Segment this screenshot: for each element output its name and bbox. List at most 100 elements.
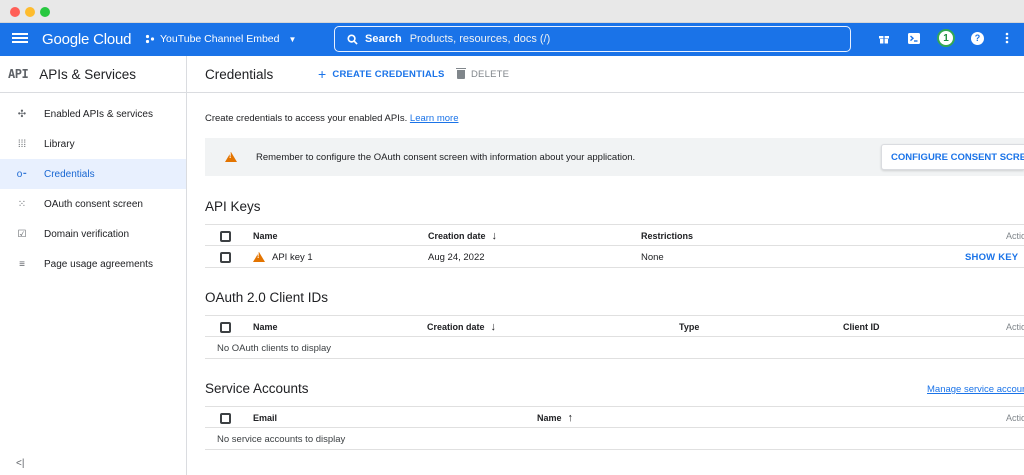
consent-icon: ⁙ (17, 198, 27, 210)
library-icon: ⁞⁞⁞ (17, 138, 27, 150)
column-header-label: Creation date (428, 231, 486, 241)
top-bar-actions: 1 ? (877, 29, 1014, 47)
agreements-icon: ≡ (19, 258, 25, 270)
minimize-window-button[interactable] (25, 7, 35, 17)
column-header-client-id: Client ID (843, 322, 880, 332)
sidebar-menu: ✣ Enabled APIs & services ⁞⁞⁞ Library o⁃… (0, 93, 186, 279)
project-icon (145, 34, 155, 44)
column-header-name: Name (253, 322, 278, 332)
action-bar: Credentials + CREATE CREDENTIALS DELETE (187, 56, 1024, 93)
sidebar-item-label: Domain verification (44, 228, 130, 240)
create-credentials-label: CREATE CREDENTIALS (332, 69, 445, 80)
row-checkbox[interactable] (220, 251, 231, 263)
delete-button[interactable]: DELETE (456, 68, 510, 80)
plus-icon: + (318, 66, 327, 82)
intro-text: Create credentials to access your enable… (205, 113, 459, 124)
delete-label: DELETE (471, 69, 510, 80)
column-header-label: Creation date (427, 322, 485, 332)
page-title: Credentials (205, 66, 274, 82)
window-titlebar (0, 0, 1024, 23)
manage-service-accounts-link[interactable]: Manage service accounts (927, 384, 1024, 395)
api-icon: API (8, 67, 29, 81)
table-header-row: Email Name ↑ Actions (205, 406, 1024, 428)
api-key-creation-date: Aug 24, 2022 (428, 251, 485, 263)
create-credentials-button[interactable]: + CREATE CREDENTIALS (318, 66, 445, 82)
api-key-restrictions: None (641, 251, 664, 263)
sidebar-item-library[interactable]: ⁞⁞⁞ Library (0, 129, 186, 159)
top-app-bar: Google Cloud YouTube Channel Embed ▼ Sea… (0, 23, 1024, 56)
gift-icon[interactable] (877, 31, 891, 45)
search-label: Search (365, 33, 402, 45)
close-window-button[interactable] (10, 7, 20, 17)
show-key-button[interactable]: SHOW KEY (965, 246, 1018, 268)
more-options-icon[interactable] (1000, 31, 1014, 45)
help-icon[interactable]: ? (971, 31, 984, 45)
empty-row: No OAuth clients to display (205, 337, 1024, 359)
trash-icon (456, 68, 466, 79)
sidebar-item-domain-verification[interactable]: ☑ Domain verification (0, 219, 186, 249)
api-key-name[interactable]: API key 1 (272, 252, 313, 263)
project-name: YouTube Channel Embed (160, 33, 280, 45)
sort-ascending-icon[interactable]: ↑ (568, 412, 574, 424)
sidebar-item-credentials[interactable]: o⁃ Credentials (0, 159, 186, 189)
select-all-checkbox[interactable] (220, 230, 231, 242)
apis-icon: ✣ (17, 108, 27, 120)
sort-descending-icon[interactable]: ↓ (491, 321, 497, 333)
column-header-restrictions: Restrictions (641, 231, 694, 241)
main-menu-icon[interactable] (12, 31, 28, 47)
table-row: API key 1 Aug 24, 2022 None SHOW KEY (205, 246, 1024, 268)
select-all-checkbox[interactable] (220, 321, 231, 333)
table-header-row: Name Creation date ↓ Restrictions Action… (205, 224, 1024, 246)
column-header-creation-date[interactable]: Creation date ↓ (427, 316, 496, 338)
column-header-type: Type (679, 322, 700, 332)
oauth-clients-table: Name Creation date ↓ Type Client ID Acti… (205, 315, 1024, 359)
search-bar[interactable]: Search (334, 26, 851, 52)
chevron-down-icon: ▼ (288, 34, 297, 44)
api-keys-title: API Keys (205, 199, 261, 214)
column-header-actions: Actions (1006, 413, 1024, 423)
project-selector[interactable]: YouTube Channel Embed ▼ (145, 33, 296, 45)
search-input[interactable] (409, 33, 710, 45)
maximize-window-button[interactable] (40, 7, 50, 17)
collapse-sidebar-icon[interactable]: <| (16, 458, 24, 469)
notifications-badge[interactable]: 1 (937, 29, 955, 47)
main-content: Credentials + CREATE CREDENTIALS DELETE … (187, 56, 1024, 475)
column-header-creation-date[interactable]: Creation date ↓ (428, 225, 497, 247)
sidebar-item-enabled-apis[interactable]: ✣ Enabled APIs & services (0, 99, 186, 129)
sidebar-item-label: Page usage agreements (44, 258, 153, 270)
cloud-shell-icon[interactable] (907, 31, 921, 45)
sidebar-item-label: Library (44, 138, 75, 150)
service-accounts-title: Service Accounts (205, 381, 309, 396)
table-header-row: Name Creation date ↓ Type Client ID Acti… (205, 315, 1024, 337)
sidebar-item-label: OAuth consent screen (44, 198, 143, 210)
empty-message: No service accounts to display (217, 433, 346, 445)
column-header-label: Name (537, 413, 562, 423)
banner-message: Remember to configure the OAuth consent … (256, 151, 636, 163)
sidebar-item-page-usage-agreements[interactable]: ≡ Page usage agreements (0, 249, 186, 279)
column-header-email: Email (253, 413, 278, 423)
service-accounts-table: Email Name ↑ Actions No service accounts… (205, 406, 1024, 450)
empty-row: No service accounts to display (205, 428, 1024, 450)
api-keys-table: Name Creation date ↓ Restrictions Action… (205, 224, 1024, 268)
column-header-actions: Actions (1006, 231, 1024, 241)
left-navigation: API APIs & Services ✣ Enabled APIs & ser… (0, 56, 187, 475)
warning-icon (225, 152, 237, 162)
column-header-name: Name (253, 231, 278, 241)
oauth-warning-banner: Remember to configure the OAuth consent … (205, 138, 1024, 176)
column-header-name[interactable]: Name ↑ (537, 407, 573, 429)
sidebar-header: API APIs & Services (0, 56, 186, 93)
oauth-clients-title: OAuth 2.0 Client IDs (205, 290, 329, 305)
search-icon (347, 33, 358, 45)
select-all-checkbox[interactable] (220, 412, 231, 424)
sidebar-item-label: Enabled APIs & services (44, 108, 153, 120)
sidebar-item-label: Credentials (44, 168, 95, 180)
sidebar-item-oauth-consent[interactable]: ⁙ OAuth consent screen (0, 189, 186, 219)
intro-label: Create credentials to access your enable… (205, 113, 408, 124)
learn-more-link[interactable]: Learn more (410, 113, 459, 124)
column-header-actions: Actions (1006, 322, 1024, 332)
empty-message: No OAuth clients to display (217, 342, 332, 354)
google-cloud-logo[interactable]: Google Cloud (42, 31, 132, 48)
sort-descending-icon[interactable]: ↓ (492, 230, 498, 242)
warning-icon (253, 252, 265, 262)
configure-consent-screen-button[interactable]: CONFIGURE CONSENT SCREEN (881, 144, 1024, 170)
